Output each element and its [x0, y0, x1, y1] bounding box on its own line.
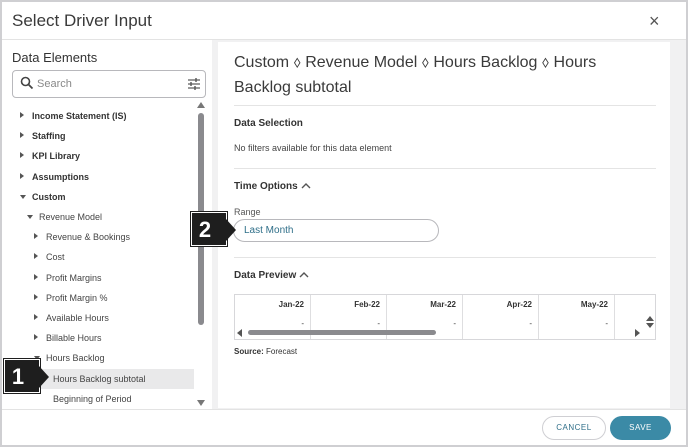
- tree-item-label: Revenue Model: [39, 212, 103, 222]
- search-icon: [20, 76, 34, 90]
- preview-column: May-22 -: [539, 295, 615, 339]
- callout-number: 1: [11, 364, 25, 389]
- preview-column-header: Jan-22: [278, 300, 304, 309]
- select-driver-input-dialog: Select Driver Input × Data Elements Sear…: [0, 0, 688, 447]
- tree-item[interactable]: Revenue & Bookings: [12, 227, 194, 247]
- caret-down-icon[interactable]: [27, 215, 33, 219]
- tree-item[interactable]: Billable Hours: [12, 328, 194, 348]
- preview-column-header: Mar-22: [430, 300, 456, 309]
- caret-right-icon[interactable]: [20, 132, 24, 139]
- tree-item[interactable]: Profit Margins: [12, 268, 194, 288]
- dialog-title: Select Driver Input: [12, 11, 152, 30]
- tree-item-label: Profit Margins: [46, 272, 102, 283]
- callout-badge-1: 1: [4, 359, 49, 393]
- preview-cell-value: -: [529, 319, 532, 328]
- data-elements-title: Data Elements: [12, 50, 98, 65]
- source-label: Source:: [234, 347, 264, 356]
- cancel-button[interactable]: CANCEL: [542, 416, 606, 440]
- search-input[interactable]: Search: [37, 78, 72, 90]
- divider: [234, 168, 656, 169]
- tree-item[interactable]: Staffing: [12, 126, 194, 146]
- caret-right-icon[interactable]: [34, 233, 38, 240]
- caret-right-icon[interactable]: [20, 112, 24, 118]
- chevron-up-icon[interactable]: [301, 182, 311, 190]
- data-selection-title: Data Selection: [234, 118, 303, 129]
- tree-item[interactable]: Cost: [12, 247, 194, 267]
- tree-item-label: Custom: [32, 191, 66, 202]
- grid-horizontal-scroll-thumb[interactable]: [248, 330, 436, 335]
- tree-item[interactable]: Revenue Model: [12, 207, 194, 227]
- caret-right-icon[interactable]: [34, 253, 38, 260]
- range-value: Last Month: [244, 225, 294, 236]
- preview-cell-value: -: [377, 319, 380, 328]
- tree-item-label: Available Hours: [46, 313, 109, 323]
- close-icon[interactable]: ×: [649, 11, 660, 32]
- caret-down-icon[interactable]: [20, 194, 26, 199]
- tree-item-label: Revenue & Bookings: [46, 232, 131, 243]
- tree-item[interactable]: Profit Margin %: [12, 288, 194, 308]
- caret-right-icon[interactable]: [34, 334, 38, 341]
- scroll-left-icon[interactable]: [236, 328, 244, 338]
- element-path-heading: Custom ⬨ Revenue Model ⬨ Hours Backlog ⬨…: [234, 54, 597, 96]
- range-label: Range: [234, 207, 261, 217]
- data-selection-note: No filters available for this data eleme…: [234, 143, 392, 153]
- tree-item[interactable]: Custom: [12, 187, 194, 207]
- source-value: Forecast: [266, 347, 298, 356]
- filter-sliders-icon[interactable]: [187, 77, 201, 91]
- tree-item-label: Billable Hours: [46, 333, 102, 344]
- time-options-title[interactable]: Time Options: [234, 181, 298, 192]
- tree-item-label: Profit Margin %: [46, 292, 108, 303]
- tree-item[interactable]: Available Hours: [12, 308, 194, 328]
- preview-column-header: May-22: [580, 300, 608, 309]
- caret-right-icon[interactable]: [34, 314, 38, 320]
- scroll-right-icon[interactable]: [633, 328, 641, 338]
- caret-right-icon[interactable]: [34, 293, 38, 300]
- range-select[interactable]: Last Month: [233, 219, 439, 242]
- scroll-down-icon[interactable]: [197, 400, 205, 406]
- tree-item-label: Assumptions: [32, 171, 90, 182]
- callout-badge-2: 2: [191, 212, 236, 246]
- tree-scrollbar[interactable]: [197, 102, 205, 408]
- tree-item-label: Hours Backlog: [46, 353, 105, 364]
- callout-number: 2: [198, 217, 212, 242]
- caret-right-icon[interactable]: [34, 273, 38, 280]
- preview-cell-value: -: [301, 319, 304, 328]
- preview-column-header: Feb-22: [354, 300, 380, 309]
- preview-cell-value: -: [453, 319, 456, 328]
- tree-item[interactable]: Income Statement (IS): [12, 106, 194, 126]
- tree-item[interactable]: KPI Library: [12, 146, 194, 166]
- preview-cell-value: -: [605, 319, 608, 328]
- divider: [234, 257, 656, 258]
- footer-divider: [2, 409, 686, 410]
- caret-right-icon[interactable]: [20, 152, 24, 159]
- tree-item-label: KPI Library: [32, 151, 81, 162]
- chevron-up-icon[interactable]: [299, 271, 309, 279]
- preview-column: Apr-22 -: [463, 295, 539, 339]
- data-preview-title[interactable]: Data Preview: [234, 270, 296, 281]
- tree-item-label: Cost: [46, 252, 65, 263]
- data-source: Source: Forecast: [234, 347, 297, 356]
- grid-vertical-scroll-icon[interactable]: [645, 315, 655, 329]
- tree-item-label: Staffing: [32, 131, 66, 142]
- search-box[interactable]: Search: [12, 70, 206, 98]
- tree-item[interactable]: Assumptions: [12, 167, 194, 187]
- divider: [234, 105, 656, 106]
- tree-item-label: Hours Backlog subtotal: [53, 373, 146, 384]
- preview-column-header: Apr-22: [506, 300, 532, 309]
- tree-item-label: Beginning of Period: [53, 393, 132, 404]
- scroll-up-icon[interactable]: [197, 102, 205, 108]
- tree-item-label: Income Statement (IS): [32, 111, 127, 121]
- save-button[interactable]: SAVE: [610, 416, 671, 440]
- caret-right-icon[interactable]: [20, 172, 24, 179]
